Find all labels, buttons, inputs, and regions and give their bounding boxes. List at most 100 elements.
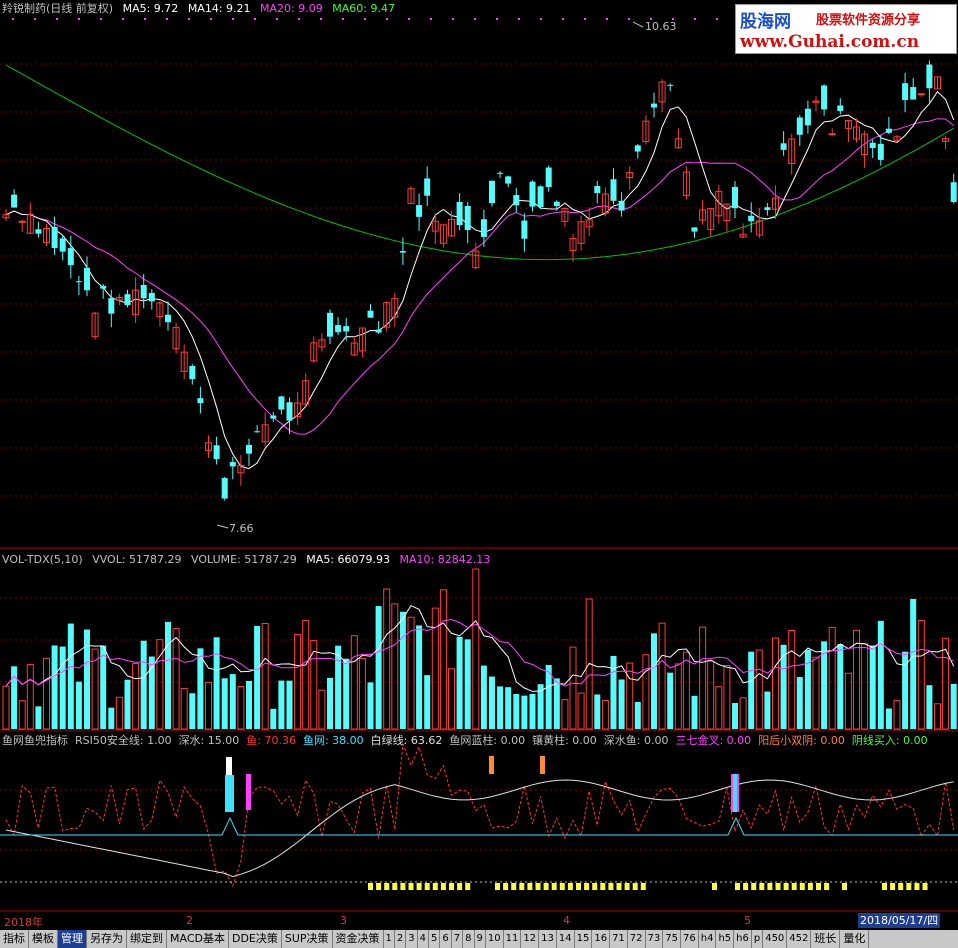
toolbar-button[interactable]: 2 — [395, 930, 407, 948]
marker-dot — [298, 18, 300, 20]
toolbar-button[interactable]: 11 — [504, 930, 522, 948]
toolbar-button[interactable]: 10 — [486, 930, 504, 948]
volume-bar — [707, 660, 715, 730]
ma60-value: MA60: 9.47 — [332, 2, 395, 15]
toolbar-button[interactable]: p — [752, 930, 764, 948]
toolbar-button[interactable]: 绑定到 — [127, 930, 167, 948]
toolbar-button[interactable]: 73 — [646, 930, 664, 948]
toolbar-button[interactable]: h6 — [734, 930, 752, 948]
toolbar-button[interactable]: 班长 — [811, 930, 841, 948]
volume-bar — [180, 687, 188, 730]
toolbar-button[interactable]: 14 — [557, 930, 575, 948]
toolbar-button[interactable]: 452 — [787, 930, 812, 948]
volume-bar — [221, 678, 228, 729]
toolbar-button[interactable]: 量化 — [840, 930, 870, 948]
volume-bar — [561, 699, 569, 730]
current-date: 2018/05/17/四 — [858, 913, 941, 928]
candle-body — [885, 128, 892, 133]
toolbar-button[interactable]: MACD基本 — [167, 930, 229, 948]
ma5-value: MA5: 9.72 — [122, 2, 179, 15]
toolbar-button[interactable]: 75 — [663, 930, 681, 948]
volume-bar — [885, 708, 892, 729]
candle-body — [796, 117, 803, 135]
toolbar-button[interactable]: h4 — [699, 930, 717, 948]
toolbar-button[interactable]: 9 — [475, 930, 486, 948]
volume-bar — [172, 628, 180, 730]
toolbar-button[interactable]: 13 — [539, 930, 557, 948]
volume-bar — [310, 640, 318, 730]
toolbar-button[interactable]: 7 — [452, 930, 464, 948]
candle-body — [651, 103, 657, 108]
toolbar-button[interactable]: DDE决策 — [229, 930, 282, 948]
toolbar-button[interactable]: 6 — [440, 930, 452, 948]
toolbar-button[interactable]: SUP决策 — [282, 930, 333, 948]
toolbar-button[interactable]: 管理 — [58, 930, 87, 948]
candle-body — [67, 248, 74, 266]
candle-body — [189, 365, 196, 380]
candle-body — [529, 181, 536, 207]
yellow-block — [576, 883, 581, 890]
toolbar-button[interactable]: 4 — [418, 930, 430, 948]
toolbar-button[interactable]: 1 — [384, 930, 395, 948]
candle-body — [399, 251, 406, 253]
indicator-value: 鱼网蓝柱: 0.00 — [449, 734, 526, 747]
marker-dot — [254, 18, 256, 20]
chart-canvas[interactable] — [0, 0, 958, 948]
volume-bar — [278, 680, 285, 729]
toolbar-button[interactable]: 16 — [592, 930, 611, 948]
marker-dot — [78, 18, 80, 20]
marker-dot — [188, 18, 190, 20]
candle-body — [764, 207, 771, 211]
volume-bar — [788, 630, 796, 730]
candle-body — [100, 285, 107, 289]
volume-bar — [772, 637, 779, 730]
marker-dot — [34, 18, 36, 20]
toolbar-button[interactable]: 15 — [575, 930, 593, 948]
yellow-block — [457, 883, 463, 890]
candle-body — [545, 167, 552, 188]
volume-bar — [505, 687, 512, 729]
volume-bar — [877, 620, 884, 729]
yellow-block — [743, 883, 749, 890]
candle-body — [140, 284, 147, 299]
white-green-line — [5, 779, 954, 878]
volume-bar — [439, 589, 447, 730]
candle-body — [35, 229, 42, 234]
marker-dot — [540, 18, 542, 20]
high-price-label: 10.63 — [645, 20, 677, 33]
candle-body — [59, 238, 66, 252]
volume-bar — [837, 644, 844, 729]
indicator-value: 鱼网: 38.00 — [302, 734, 364, 747]
toolbar-button[interactable]: 12 — [521, 930, 540, 948]
toolbar-button[interactable]: 指标 — [0, 930, 29, 948]
indicator-header: 鱼网鱼兜指标 RSI50安全线: 1.00 深水: 15.00 鱼: 70.36 鱼网:… — [2, 734, 935, 748]
toolbar-button[interactable]: 71 — [610, 930, 628, 948]
volume-bar — [335, 645, 342, 729]
volume-bar — [764, 691, 771, 729]
candle-body — [610, 179, 617, 201]
yellow-block — [592, 883, 598, 890]
toolbar-button[interactable]: 另存为 — [87, 930, 127, 948]
toolbar-button[interactable]: 5 — [429, 930, 441, 948]
toolbar-button[interactable]: 模板 — [29, 930, 58, 948]
marker-dot — [12, 18, 14, 20]
volume-bar — [869, 645, 876, 729]
marker-dot — [430, 18, 432, 20]
site-logo: 股海网 股票软件资源分享 www.Guhai.com.cn — [735, 4, 957, 54]
toolbar-button[interactable]: 3 — [406, 930, 418, 948]
candle-body — [926, 64, 933, 89]
marker-dot — [56, 18, 58, 20]
toolbar-button[interactable]: 450 — [763, 930, 788, 948]
candle-body — [11, 194, 18, 208]
yellow-block — [898, 883, 904, 890]
volume-bar — [84, 629, 90, 729]
toolbar-button[interactable]: 76 — [681, 930, 699, 948]
volume-bar — [529, 693, 536, 729]
toolbar-button[interactable]: 资金决策 — [333, 930, 384, 948]
yellow-block — [842, 883, 847, 890]
volume-bar — [610, 655, 617, 729]
toolbar-button[interactable]: 72 — [628, 930, 646, 948]
toolbar-button[interactable]: 8 — [463, 930, 475, 948]
toolbar-button[interactable]: h5 — [716, 930, 735, 948]
candle-body — [950, 182, 957, 203]
